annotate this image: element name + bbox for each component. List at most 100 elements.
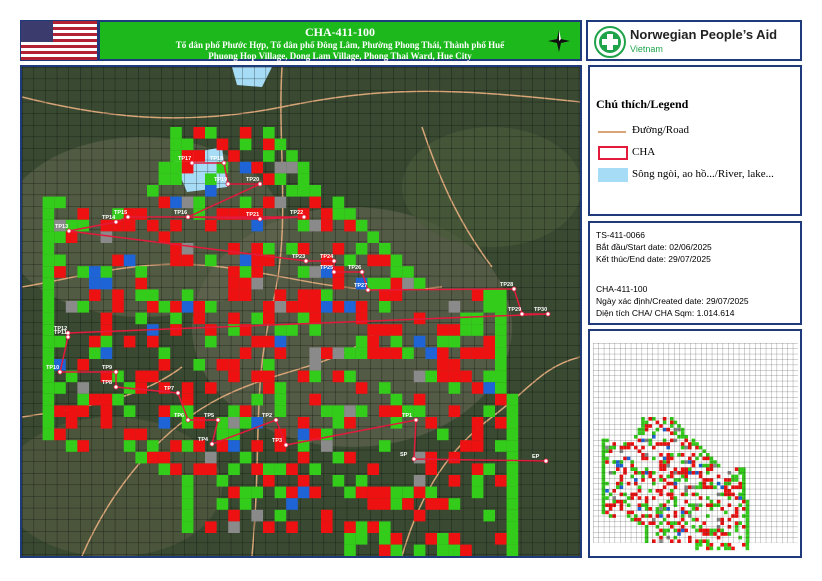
grid-cell [390,533,403,545]
grid-cell [135,382,147,394]
grid-cell [239,161,252,174]
grid-cell [65,231,78,243]
grid-cell [263,335,275,348]
grid-cell [239,127,252,139]
grid-cell [89,266,101,278]
grid-cell [471,463,484,475]
turning-point-label: TP3 [272,438,282,444]
grid-cell [367,463,379,475]
grid-cell [460,347,472,359]
grid-cell [251,393,263,406]
grid-cell [216,359,229,371]
grid-cell [181,393,194,406]
turning-point-label: TP7 [164,386,174,392]
turning-point-label: EP [532,454,540,460]
grid-cell [239,451,252,464]
grid-cell [181,498,194,510]
grid-cell [344,301,356,313]
overview-inset-map[interactable] [588,329,802,558]
grid-cell [695,546,699,551]
turning-point-label: TP13 [55,224,68,230]
grid-cell [158,417,171,429]
grid-cell [65,405,78,417]
grid-cell [297,475,310,487]
grid-cell [181,509,194,522]
grid-cell [437,335,449,348]
grid-cell [251,370,263,383]
title-bar: CHA-411-100 Tổ dân phố Phước Hợp, Tổ dân… [98,20,582,61]
grid-cell [147,219,159,232]
grid-cell [205,254,217,267]
grid-cell [274,486,287,499]
grid-cell [355,219,368,232]
grid-cell [379,405,391,417]
grid-cell [181,475,194,487]
turning-point-label: TP21 [246,212,259,218]
grid-cell [135,289,147,301]
grid-cell [379,347,391,359]
grid-cell [216,498,229,510]
grid-cell [54,196,66,209]
grid-cell [460,370,472,383]
grid-cell [379,498,391,510]
grid-cell [297,370,310,383]
cha-symbol [598,146,628,160]
grid-cell [239,289,252,301]
grid-cell [506,475,519,487]
grid-cell [170,254,182,267]
grid-cell [297,243,310,255]
grid-cell [471,289,484,301]
grid-cell [147,370,159,383]
subtitle-vi: Tổ dân phố Phước Hợp, Tổ dân phố Đông Lâ… [175,40,505,50]
grid-cell [135,370,147,383]
grid-cell [425,417,437,429]
map-canvas[interactable]: TP17 TP18 TP19 TP20 TP16 TP21 TP22 TP15TP14 TP13… [22,67,580,556]
grid-cell [181,486,194,499]
grid-cell [239,254,252,267]
grid-cell [228,440,240,452]
grid-cell [483,335,495,348]
grid-cell [42,254,55,267]
grid-cell [263,475,275,487]
org-country: Vietnam [630,44,663,54]
grid-cell [158,463,171,475]
grid-cell [332,347,345,359]
turning-point-marker [411,456,417,462]
grid-cell [123,219,136,232]
grid-cell [367,498,379,510]
grid-cell [495,417,507,429]
grid-cell [471,382,484,394]
grid-cell [147,185,159,197]
grid-cell [193,463,205,475]
grid-cell [413,405,426,417]
grid-cell [344,370,356,383]
grid-cell [263,370,275,383]
grid-cell [379,301,391,313]
grid-cell [321,521,333,533]
grid-cell [286,521,298,533]
grid-cell [390,254,403,267]
grid-cell [367,254,379,267]
turning-point-label: TP18 [210,156,223,162]
grid-cell [355,533,368,545]
grid-cell [239,405,252,417]
grid-cell [309,324,321,336]
grid-cell [274,335,287,348]
grid-cell [367,521,379,533]
grid-cell [42,312,55,325]
grid-cell [402,266,414,278]
grid-cell [123,254,136,267]
grid-cell [54,405,66,417]
grid-cell [100,312,113,325]
grid-cell [413,370,426,383]
grid-cell [228,405,240,417]
grid-cell [286,301,298,313]
grid-cell [437,428,449,441]
grid-cell [390,347,403,359]
grid-cell [228,150,240,162]
main-map[interactable]: TP17 TP18 TP19 TP20 TP16 TP21 TP22 TP15 TP14 TP13… [20,65,582,558]
grid-cell [263,138,275,151]
grid-cell [495,312,507,325]
grid-cell [135,428,147,441]
turning-point-label: TP19 [214,177,227,183]
